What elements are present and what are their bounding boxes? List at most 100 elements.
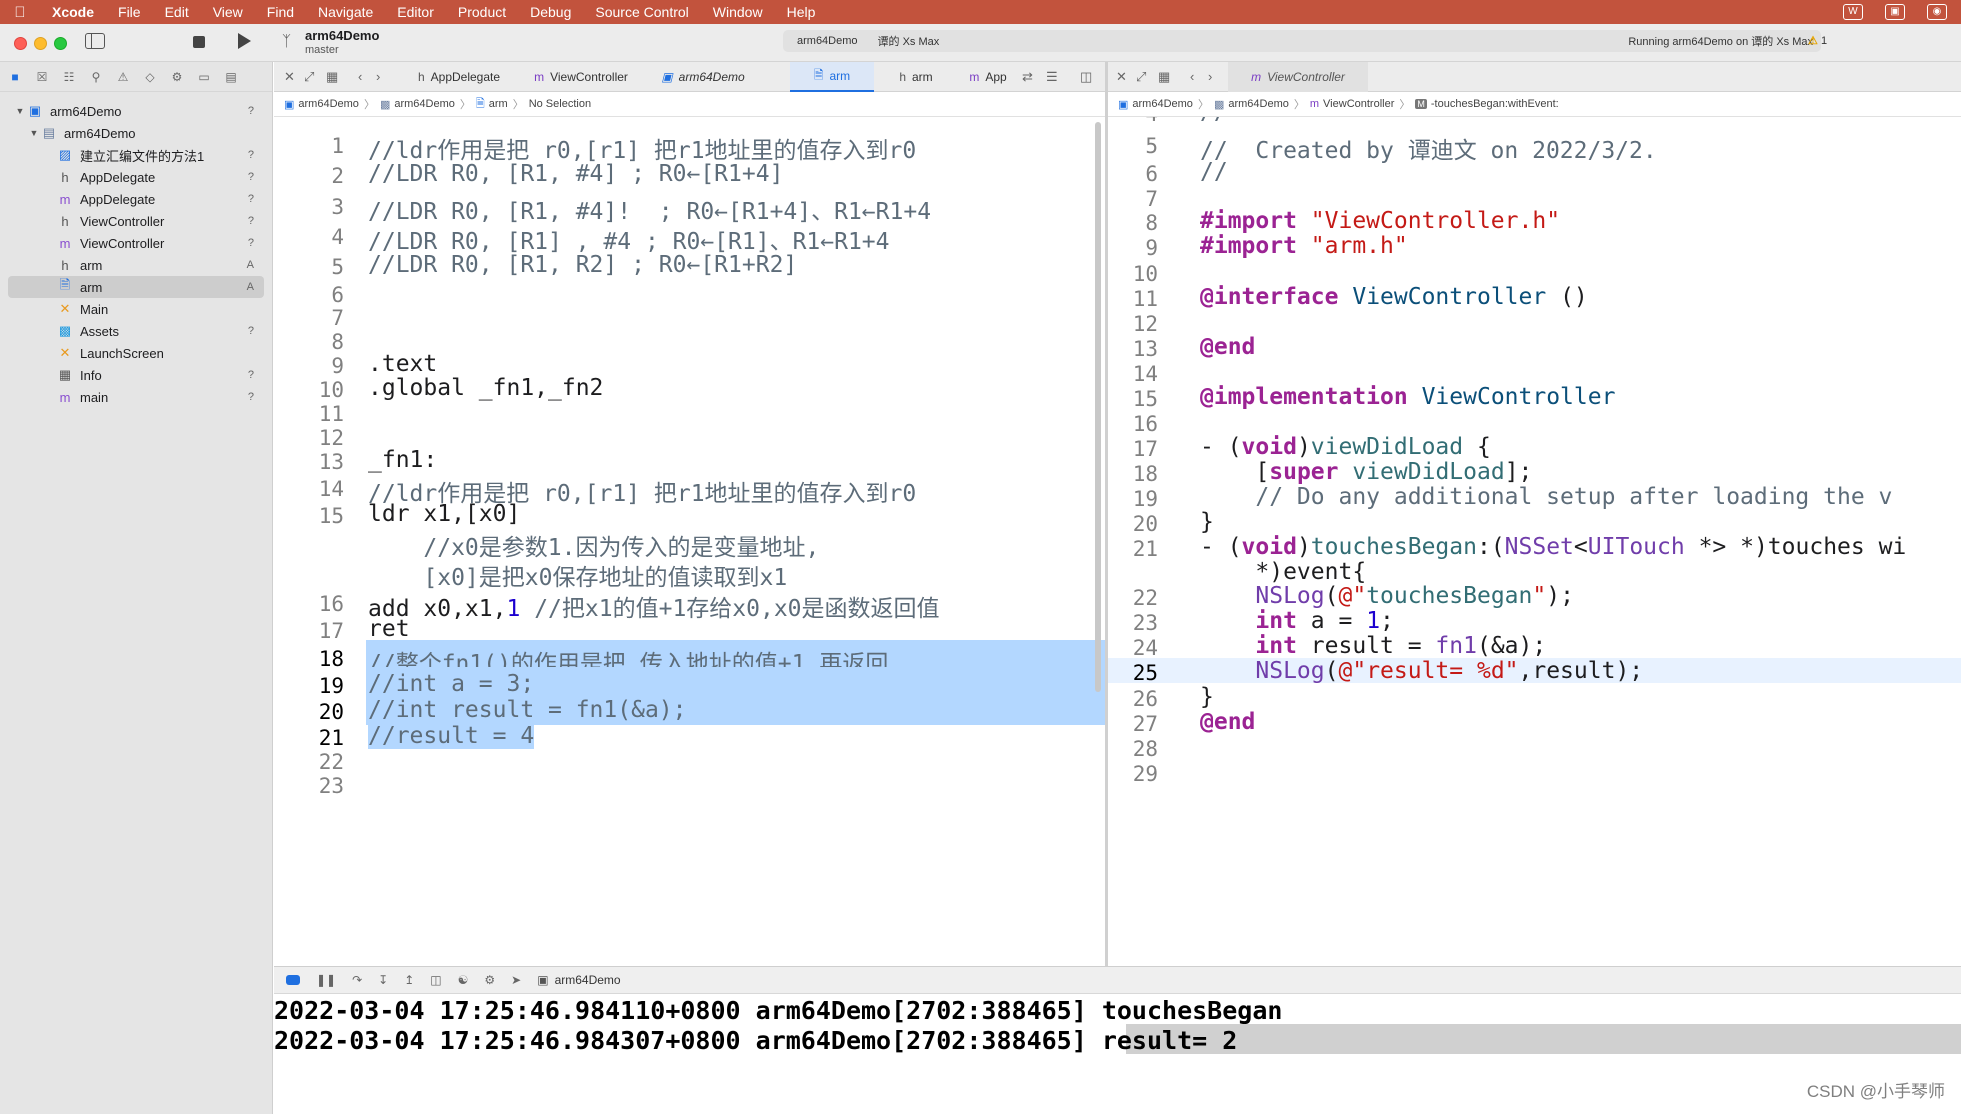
navigator-item[interactable]: m ViewController? (8, 232, 264, 254)
code-line[interactable]: 12 (1108, 309, 1961, 336)
step-into-icon[interactable]: ↧ (378, 973, 388, 987)
close-icon[interactable]: ✕ (284, 69, 295, 85)
navigator-item[interactable]: m main? (8, 386, 264, 408)
search-icon[interactable]: ⚲ (89, 70, 103, 84)
code-line[interactable]: 16 (1108, 409, 1961, 436)
menu-debug[interactable]: Debug (518, 4, 583, 20)
code-line[interactable]: 5// Created by 谭迪文 on 2022/3/2. (1108, 131, 1961, 164)
code-line[interactable]: 20} (1108, 509, 1961, 536)
project-name[interactable]: arm64Demo (305, 28, 379, 43)
device-selector[interactable]: 谭的 Xs Max (878, 33, 940, 49)
code-line[interactable]: 10 (1108, 259, 1961, 286)
issue-icon[interactable]: ⚠ (116, 70, 130, 84)
tab-viewcontroller[interactable]: m ViewController (516, 62, 646, 92)
code-line[interactable]: 11 @interface ViewController () (1108, 284, 1961, 311)
expand-icon[interactable]: ⤢ (1136, 69, 1146, 85)
navigator-item[interactable]: m AppDelegate? (8, 188, 264, 210)
code-line[interactable]: 22 NSLog(@"touchesBegan"); (1108, 583, 1961, 610)
navigator-item[interactable]: ▼ ▤ arm64Demo (8, 122, 264, 144)
jump-symbol[interactable]: -touchesBegan:withEvent: (1431, 98, 1559, 110)
code-line[interactable]: 18 [super viewDidLoad]; (1108, 459, 1961, 486)
minimize-window-button[interactable] (34, 37, 47, 50)
jump-group[interactable]: arm64Demo (394, 98, 455, 110)
branch-name[interactable]: master (305, 44, 339, 56)
console-line[interactable]: 2022-03-04 17:25:46.984307+0800 arm64Dem… (274, 1024, 1961, 1055)
code-line[interactable]: 28 (1108, 734, 1961, 761)
tab-viewcontroller-m[interactable]: m ViewController (1228, 62, 1368, 92)
code-line[interactable]: 9 #import "arm.h" (1108, 233, 1961, 260)
left-code-editor[interactable]: 1 //ldr作用是把 r0,[r1] 把r1地址里的值存入到r0 2 //LDR R… (274, 117, 1105, 966)
code-line[interactable]: 16 add x0,x1,1 //把x1的值+1存给x0,x0是函数返回值 (274, 589, 1105, 622)
code-line[interactable]: 2 //LDR R0, [R1, #4] ; R0←[R1+4] (274, 161, 1105, 191)
code-line[interactable]: 14//ldr作用是把 r0,[r1] 把r1地址里的值存入到r0 (274, 474, 1105, 507)
navigator-item[interactable]: h arm A (8, 254, 264, 276)
code-line[interactable]: 5 //LDR R0, [R1, R2] ; R0←[R1+R2] (274, 252, 1105, 282)
breakpoint-icon[interactable]: ▭ (197, 70, 211, 84)
location-icon[interactable]: ➤ (511, 973, 521, 987)
navigator-item[interactable]: ✕ Main (8, 298, 264, 320)
navigator-item[interactable]: ✕ LaunchScreen (8, 342, 264, 364)
source-control-icon[interactable]: ☒ (35, 70, 49, 84)
jump-file[interactable]: ViewController (1323, 98, 1394, 110)
view-hierarchy-icon[interactable]: ◫ (430, 973, 441, 987)
jump-file[interactable]: arm (489, 98, 508, 110)
navigator-item[interactable]: 🗎 arm A (8, 276, 264, 298)
navigator-item[interactable]: ▦ Info? (8, 364, 264, 386)
jump-project[interactable]: arm64Demo (298, 98, 359, 110)
symbol-icon[interactable]: ☷ (62, 70, 76, 84)
scheme-selector[interactable]: arm64Demo (797, 35, 858, 47)
memory-graph-icon[interactable]: ☯ (458, 973, 469, 987)
sidebar-toggle-icon[interactable] (85, 33, 105, 49)
editor-scrollbar[interactable] (1095, 122, 1101, 692)
report-icon[interactable]: ▤ (224, 70, 238, 84)
screen-status-icon[interactable]: ▣ (1885, 4, 1905, 20)
tab-appdelegate-m[interactable]: m App (958, 62, 1018, 92)
zoom-window-button[interactable] (54, 37, 67, 50)
code-line[interactable]: 7 (1108, 184, 1961, 211)
debug-icon[interactable]: ⚙ (170, 70, 184, 84)
jump-group[interactable]: arm64Demo (1228, 98, 1289, 110)
tab-arm-header[interactable]: h arm (876, 62, 956, 92)
code-line[interactable]: 24 int result = fn1(&a); (1108, 633, 1961, 660)
jump-project[interactable]: arm64Demo (1132, 98, 1193, 110)
menu-editor[interactable]: Editor (385, 4, 446, 20)
menu-find[interactable]: Find (255, 4, 306, 20)
stop-icon[interactable] (193, 36, 205, 48)
code-line[interactable]: 17 - (void)viewDidLoad { (1108, 434, 1961, 461)
code-line[interactable]: 8 #import "ViewController.h" (1108, 208, 1961, 235)
console-line[interactable]: 2022-03-04 17:25:46.984110+0800 arm64Dem… (274, 996, 1282, 1025)
code-line[interactable]: 6 // (1108, 159, 1961, 186)
environment-overrides-icon[interactable]: ⚙ (484, 973, 495, 987)
forward-icon[interactable]: › (1208, 69, 1212, 84)
menu-file[interactable]: File (106, 4, 153, 20)
navigator-item[interactable]: ▼ ▣ arm64Demo? (8, 100, 264, 122)
code-line[interactable]: 15 @implementation ViewController (1108, 384, 1961, 411)
wps-status-icon[interactable]: W (1843, 4, 1863, 20)
code-line[interactable]: 13 @end (1108, 334, 1961, 361)
split-editor-icon[interactable]: ◫ (1080, 69, 1092, 85)
navigator-item[interactable]: h AppDelegate? (8, 166, 264, 188)
menu-view[interactable]: View (201, 4, 255, 20)
code-line[interactable]: 27 @end (1108, 709, 1961, 736)
back-icon[interactable]: ‹ (1190, 69, 1194, 84)
right-code-editor[interactable]: 4//5// Created by 谭迪文 on 2022/3/2.6//78#… (1108, 117, 1961, 966)
code-line[interactable]: 21 - (void)touchesBegan:(NSSet<UITouch *>… (1108, 534, 1961, 561)
jump-symbol[interactable]: No Selection (529, 98, 591, 110)
grid-icon[interactable]: ▦ (326, 69, 338, 85)
expand-icon[interactable]: ⤢ (304, 69, 314, 85)
code-line[interactable]: 25 NSLog(@"result= %d",result); (1108, 658, 1961, 685)
editor-options-icon[interactable]: ☰ (1046, 69, 1058, 85)
code-line[interactable]: 13 _fn1: (274, 447, 1105, 477)
code-line[interactable]: //x0是参数1.因为传入的是变量地址, (274, 528, 1105, 561)
warning-indicator[interactable]: ⚠ 1 (1808, 34, 1827, 47)
code-line[interactable]: 19 // Do any additional setup after load… (1108, 484, 1961, 511)
code-line[interactable]: 26} (1108, 684, 1961, 711)
apple-menu-icon[interactable]:  (0, 4, 40, 21)
pause-icon[interactable]: ❚❚ (316, 973, 336, 987)
close-icon[interactable]: ✕ (1116, 69, 1127, 85)
menu-edit[interactable]: Edit (153, 4, 201, 20)
disclosure-icon[interactable]: ▼ (28, 128, 40, 138)
menu-product[interactable]: Product (446, 4, 518, 20)
forward-icon[interactable]: › (376, 69, 380, 84)
menu-source-control[interactable]: Source Control (583, 4, 700, 20)
